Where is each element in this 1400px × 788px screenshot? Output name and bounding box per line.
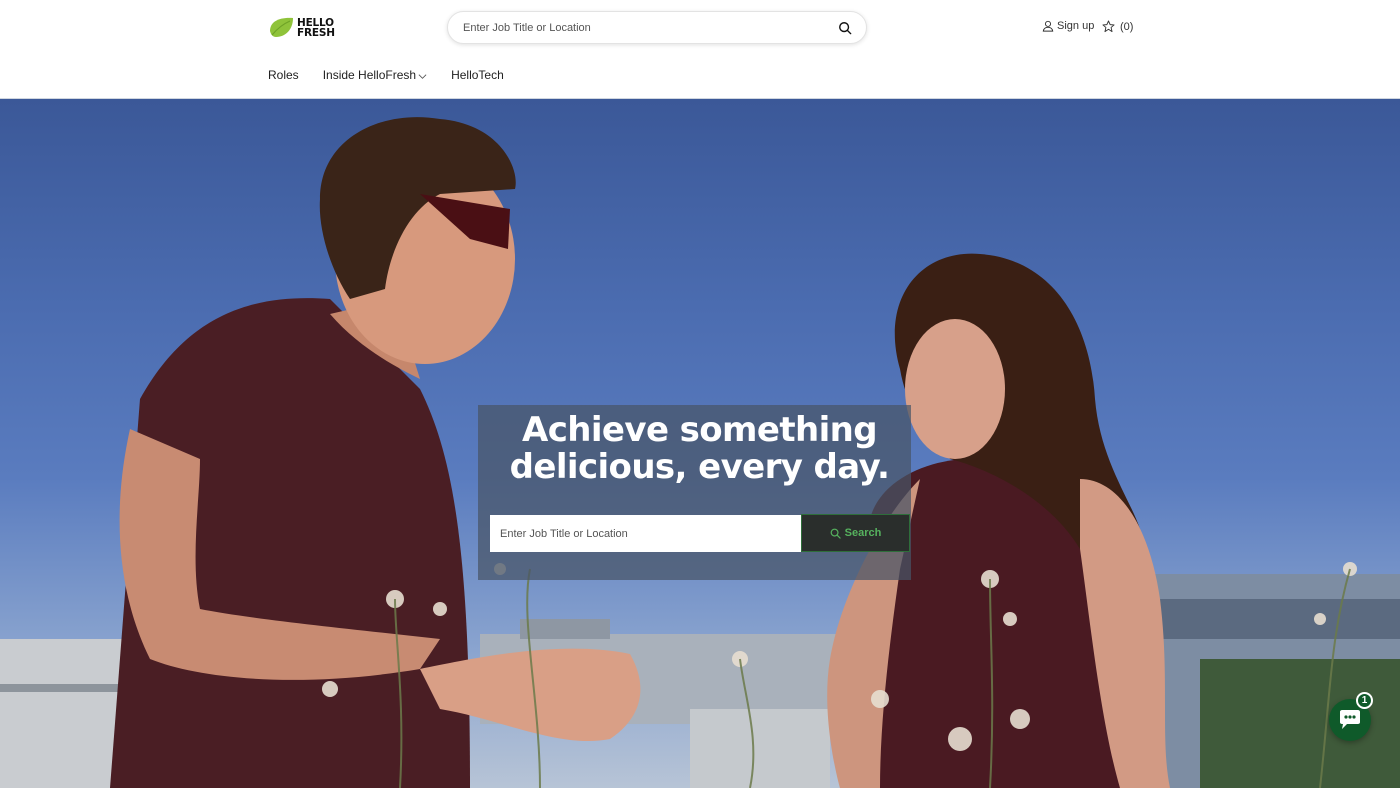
logo-wordmark: HELLO FRESH [297,16,335,39]
hero-banner: Achieve something delicious, every day. … [0,99,1400,788]
chat-notification-badge: 1 [1356,692,1373,709]
header-search-input[interactable] [463,21,838,34]
site-header: HELLO FRESH Sign up (0) Roles Inside Hel… [0,0,1400,99]
search-icon [830,528,841,539]
header-search-bar [447,11,867,44]
nav-item-hellotech[interactable]: HelloTech [451,68,504,82]
nav-item-inside-hellofresh[interactable]: Inside HelloFresh [323,68,427,82]
search-icon[interactable] [838,21,852,35]
nav-item-label: Roles [268,68,299,82]
signup-link[interactable]: Sign up [1042,20,1094,32]
star-icon [1102,20,1115,33]
chat-bubble-icon [1340,710,1360,729]
saved-jobs-link[interactable]: (0) [1102,20,1133,33]
hero-search-input[interactable] [490,515,801,552]
hero-search-button[interactable]: Search [801,514,910,552]
leaf-logo-icon [270,17,293,37]
logo-line-1: HELLO [297,16,334,29]
main-nav: Roles Inside HelloFresh HelloTech [268,68,504,82]
logo-line-2: FRESH [297,26,335,39]
hero-headline-line-1: Achieve something [522,410,878,450]
signup-label: Sign up [1057,20,1095,32]
saved-count: (0) [1120,20,1134,33]
hero-search-button-label: Search [844,527,882,539]
nav-item-label: HelloTech [451,68,504,82]
hero-headline: Achieve something delicious, every day. [478,412,921,486]
user-icon [1042,20,1054,32]
nav-item-label: Inside HelloFresh [322,68,417,82]
nav-item-roles[interactable]: Roles [268,68,299,82]
hero-search-panel: Achieve something delicious, every day. … [478,405,911,580]
chevron-down-icon [418,74,427,79]
hero-headline-line-2: delicious, every day. [509,447,890,487]
hellofresh-logo[interactable]: HELLO FRESH [268,17,335,38]
